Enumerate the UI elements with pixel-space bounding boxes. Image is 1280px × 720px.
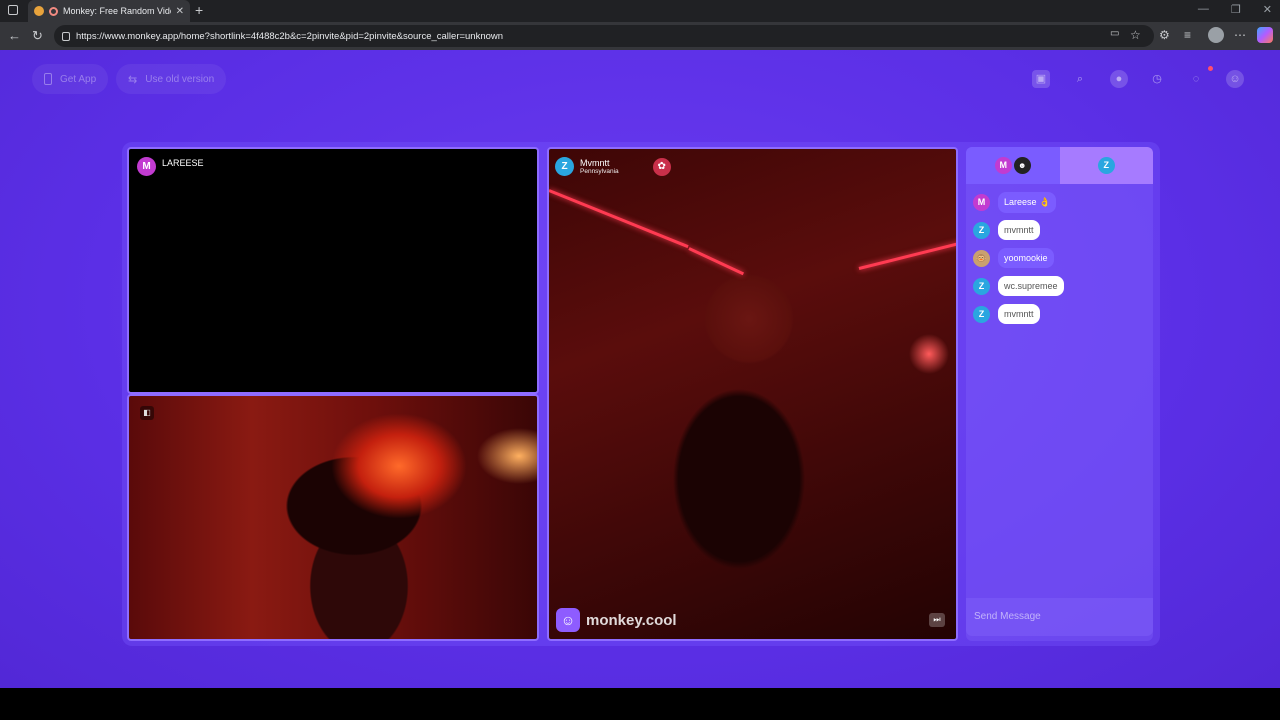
message-avatar: Z [973,221,990,239]
lock-icon [62,31,70,41]
video-tile-top-left: M LAREESE [127,147,539,394]
video-tile-main: Z Mvmntt Pennsylvania ✿ [547,147,958,641]
chat-tab-group[interactable]: M ☻ [966,147,1060,184]
led-strip-center [688,247,745,276]
message-avatar: Z [973,277,990,295]
send-message-bar [966,598,1153,636]
recording-indicator-icon [49,6,58,16]
url-text[interactable]: https://www.monkey.app/home?shortlink=4f… [76,31,503,42]
notification-dot [1208,66,1213,71]
restore-button[interactable]: ❐ [1231,3,1241,16]
minimize-button[interactable]: — [1198,3,1209,16]
taskbar-area [0,688,1280,720]
more-menu-icon[interactable]: ⋯ [1234,28,1246,42]
message-bubble: mvmntt [998,304,1040,324]
browser-toolbar: ← ↻ https://www.monkey.app/home?shortlin… [0,22,1280,50]
message-bubble: wc.supremee [998,276,1064,296]
chat-tab-avatar: M [994,157,1012,174]
chat-tab-direct[interactable]: Z [1059,147,1153,184]
extensions-icon[interactable]: ⚙ [1159,28,1170,42]
message-bubble: yoomookie [998,248,1054,268]
message-bubble: Lareese 👌 [998,192,1057,213]
browser-tab-bar: Monkey: Free Random Video ✕ + — ❐ ✕ [0,0,1280,22]
search-icon[interactable]: ⌕ [1071,70,1089,88]
monkey-logo-icon: ☺ [556,608,580,632]
monkey-watermark: ☺ monkey.cool [556,608,677,632]
chat-message: Z mvmntt [973,304,1040,324]
led-strip-right [858,240,956,270]
use-old-version-label: Use old version [145,73,215,85]
copilot-icon[interactable] [1257,27,1273,43]
message-bubble: mvmntt [998,220,1040,240]
user-avatar: M [137,157,156,176]
skip-button[interactable]: ⏭ [929,613,945,627]
cast-icon[interactable]: ▭ [1110,28,1119,39]
user-name: LAREESE [162,157,204,168]
browser-tab[interactable]: Monkey: Free Random Video ✕ [28,0,190,22]
message-avatar: Z [973,305,990,323]
reload-icon[interactable]: ↻ [32,28,43,44]
back-icon[interactable]: ← [8,28,21,43]
user-tag[interactable]: Z Mvmntt Pennsylvania ✿ [555,157,671,176]
user-name: Mvmntt [580,158,610,168]
use-old-version-button[interactable]: ⇆ Use old version [116,64,227,94]
watermark-text: monkey.cool [586,611,677,629]
favorite-star-icon[interactable]: ☆ [1130,28,1141,42]
user-tag[interactable]: M LAREESE [137,157,204,176]
tab-close-icon[interactable]: ✕ [176,6,184,17]
camera-icon[interactable]: ▣ [1032,70,1050,88]
user-info: Mvmntt Pennsylvania [580,158,619,175]
chat-tab-avatar-dark: ☻ [1013,157,1031,174]
chat-message: Z wc.supremee [973,276,1064,296]
message-avatar: 🐵 [973,249,990,267]
messages-icon[interactable]: ◌ [1187,70,1205,88]
chat-tab-avatar: Z [1097,157,1115,174]
monkey-profile-icon[interactable]: ☺ [1226,70,1244,88]
message-avatar: M [973,194,990,211]
user-location: Pennsylvania [580,168,619,175]
video-tile-self [127,394,539,641]
gift-icon[interactable]: ✿ [652,157,671,176]
get-app-label: Get App [60,73,97,85]
new-tab-button[interactable]: + [195,2,203,18]
window-controls: — ❐ ✕ [1198,3,1272,16]
history-icon[interactable]: ◷ [1148,70,1166,88]
phone-icon [44,73,52,85]
tab-actions-icon[interactable] [8,5,18,15]
chat-message: M Lareese 👌 [973,192,1057,213]
send-message-input[interactable] [974,611,1145,622]
chat-message: Z mvmntt [973,220,1040,240]
swap-icon: ⇆ [128,73,138,86]
chat-message: 🐵 yoomookie [973,248,1054,268]
led-strip-left [549,189,689,249]
address-bar[interactable]: https://www.monkey.app/home?shortlink=4f… [54,25,1154,47]
close-window-button[interactable]: ✕ [1263,3,1272,16]
tab-title: Monkey: Free Random Video [63,6,171,16]
user-avatar: Z [555,157,574,176]
profile-avatar[interactable] [1208,27,1224,43]
avatar-icon[interactable]: ● [1110,70,1128,88]
camera-toggle-icon[interactable]: ◧ [140,406,154,420]
chat-tabs: M ☻ Z [966,147,1153,184]
monkey-favicon-icon [34,6,44,16]
favorites-icon[interactable]: ≡ [1184,28,1191,42]
get-app-button[interactable]: Get App [32,64,109,94]
